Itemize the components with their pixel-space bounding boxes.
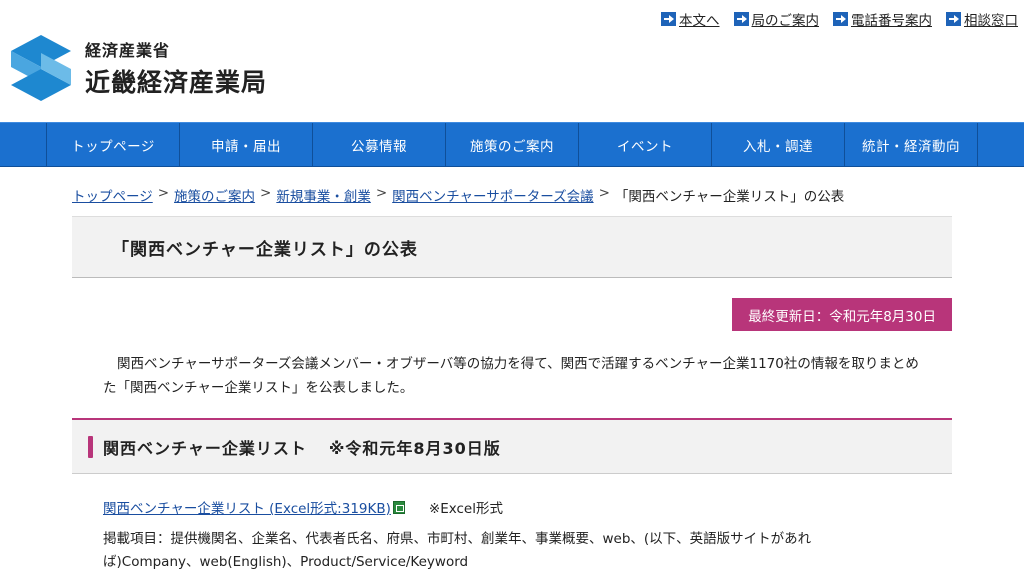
- excel-download-link[interactable]: 関西ベンチャー企業リスト (Excel形式:319KB): [103, 497, 391, 517]
- breadcrumb-current: 「関西ベンチャー企業リスト」の公表: [614, 189, 845, 205]
- bureau-logo-icon: [11, 35, 71, 101]
- phone-directory-label: 電話番号案内: [851, 13, 932, 29]
- consultation-label: 相談窓口: [964, 13, 1018, 29]
- section-heading: 関西ベンチャー企業リスト ※令和元年8月30日版: [72, 418, 952, 474]
- breadcrumb-link-new-business[interactable]: 新規事業・創業: [276, 185, 371, 205]
- breadcrumb-separator: >: [598, 185, 610, 201]
- nav-item-policies[interactable]: 施策のご案内: [446, 123, 579, 166]
- section-accent-bar: [88, 435, 93, 458]
- arrow-right-icon: [946, 12, 961, 26]
- ministry-name: 経済産業省: [85, 41, 171, 60]
- last-updated-badge: 最終更新日：令和元年8月30日: [732, 298, 952, 331]
- excel-file-icon: [392, 500, 405, 514]
- phone-directory-link[interactable]: 電話番号案内: [833, 9, 932, 29]
- nav-item-procurement[interactable]: 入札・調達: [712, 123, 845, 166]
- breadcrumb-link-top[interactable]: トップページ: [72, 185, 153, 205]
- utility-links: 本文へ 局のご案内 電話番号案内 相談窓口: [661, 9, 1018, 29]
- breadcrumb-link-policies[interactable]: 施策のご案内: [174, 185, 255, 205]
- intro-paragraph: 関西ベンチャーサポーターズ会議メンバー・オブザーバ等の協力を得て、関西で活躍する…: [103, 356, 919, 396]
- bureau-name: 近畿経済産業局: [85, 68, 268, 97]
- skip-to-content-label: 本文へ: [679, 13, 720, 29]
- page-title: 「関西ベンチャー企業リスト」の公表: [72, 216, 952, 278]
- file-row: 関西ベンチャー企業リスト (Excel形式:319KB) ※Excel形式: [103, 497, 503, 517]
- nav-item-events[interactable]: イベント: [579, 123, 712, 166]
- nav-item-top[interactable]: トップページ: [47, 123, 180, 166]
- arrow-right-icon: [661, 12, 676, 26]
- breadcrumb-separator: >: [157, 185, 170, 201]
- nav-item-public-offering[interactable]: 公募情報: [313, 123, 446, 166]
- listed-items-text: 掲載項目：提供機関名、企業名、代表者氏名、府県、市町村、創業年、事業概要、web…: [103, 531, 812, 570]
- section-note: ※令和元年8月30日版: [328, 438, 501, 458]
- breadcrumb-separator: >: [375, 185, 388, 201]
- breadcrumb-link-supporters[interactable]: 関西ベンチャーサポーターズ会議: [392, 185, 593, 205]
- arrow-right-icon: [733, 12, 749, 26]
- bureau-guide-label: 局のご案内: [751, 13, 820, 29]
- consultation-link[interactable]: 相談窓口: [946, 9, 1018, 29]
- site-logo[interactable]: 経済産業省 近畿経済産業局: [9, 33, 267, 103]
- skip-to-content-link[interactable]: 本文へ: [661, 9, 720, 29]
- bureau-guide-link[interactable]: 局のご案内: [733, 9, 820, 29]
- section-title: 関西ベンチャー企業リスト: [103, 438, 307, 458]
- nav-item-applications[interactable]: 申請・届出: [180, 123, 313, 166]
- nav-item-statistics[interactable]: 統計・経済動向: [845, 123, 978, 166]
- breadcrumb: トップページ > 施策のご案内 > 新規事業・創業 > 関西ベンチャーサポーター…: [72, 185, 844, 205]
- arrow-right-icon: [833, 12, 848, 26]
- breadcrumb-separator: >: [260, 185, 272, 201]
- global-nav: トップページ 申請・届出 公募情報 施策のご案内 イベント 入札・調達 統計・経…: [0, 122, 1024, 167]
- file-format-note: ※Excel形式: [428, 501, 503, 517]
